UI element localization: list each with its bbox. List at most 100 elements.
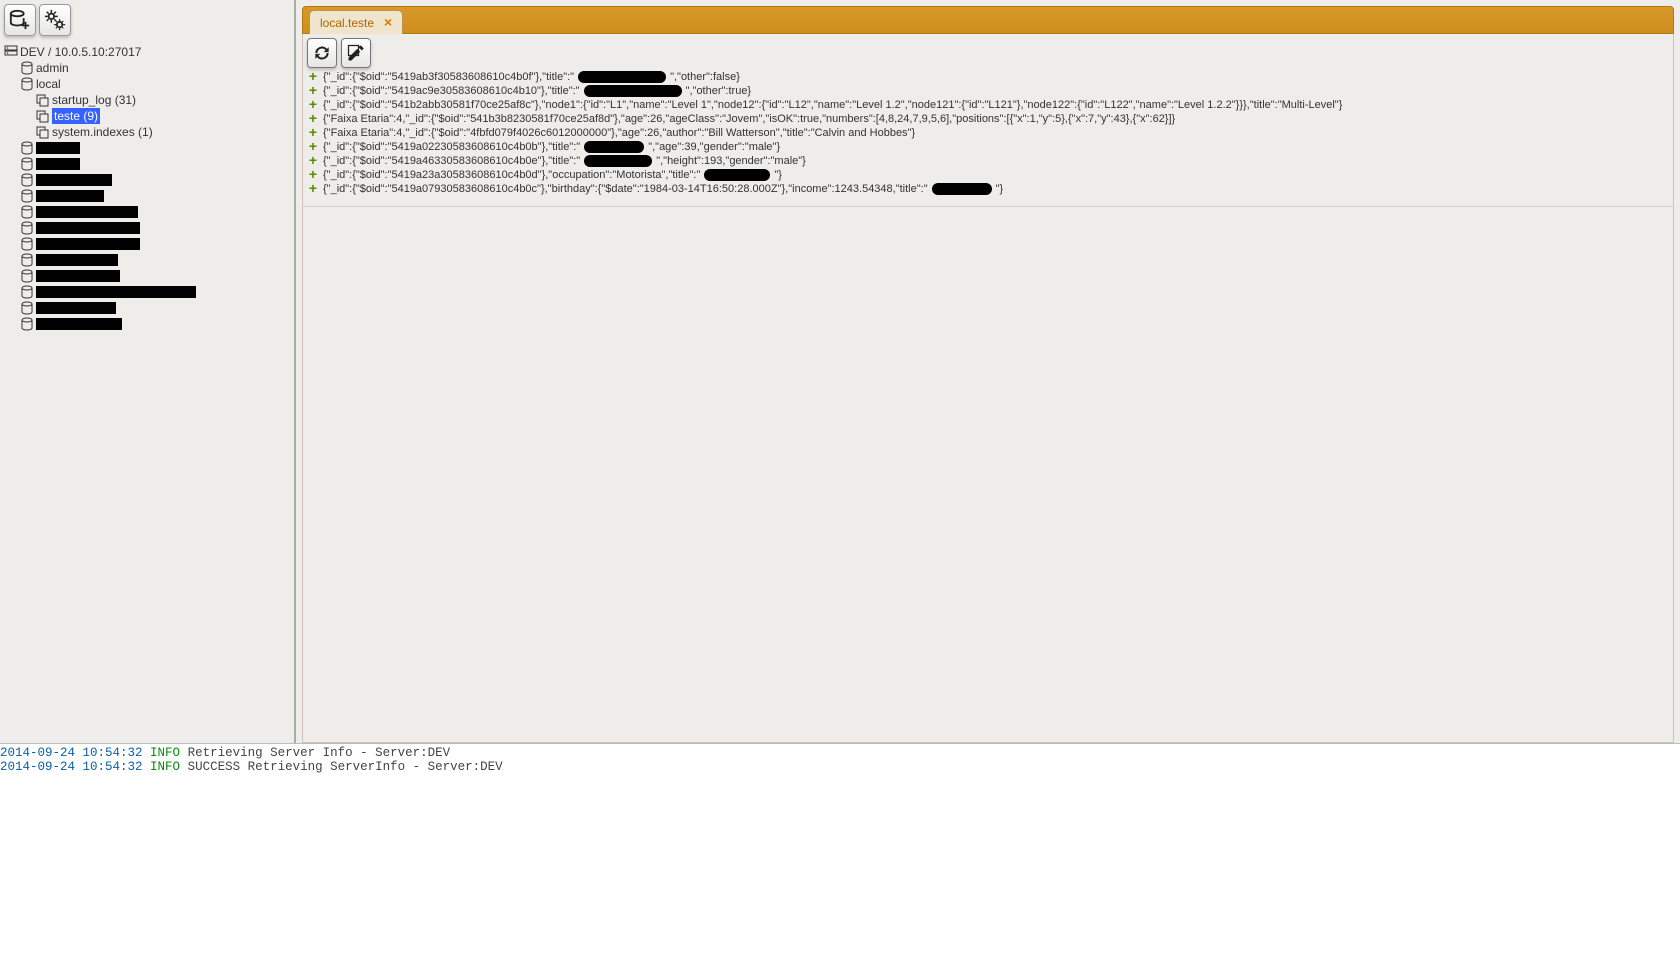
redacted-label <box>36 158 80 170</box>
log-timestamp: 2014-09-24 10:54:32 <box>0 746 143 760</box>
log-level: INFO <box>150 746 180 760</box>
collection-icon <box>36 93 50 107</box>
tree-collection-node[interactable]: startup_log (31) <box>36 92 290 108</box>
tree-db-node-redacted[interactable] <box>20 268 290 284</box>
database-icon <box>20 205 34 219</box>
document-json-post: ","height":193,"gender":"male"} <box>656 155 806 167</box>
tree-collection-node[interactable]: teste (9) <box>36 108 290 124</box>
document-json-pre: {"_id":{"$oid":"5419ac9e30583608610c4b10… <box>323 85 580 97</box>
gears-icon <box>44 9 66 31</box>
tree-db-node-redacted[interactable] <box>20 188 290 204</box>
document-row[interactable]: + {"_id":{"$oid":"5419a46330583608610c4b0… <box>307 154 1669 168</box>
refresh-button[interactable] <box>307 38 337 68</box>
connection-tree[interactable]: DEV / 10.0.5.10:27017 admin <box>0 42 294 340</box>
document-row[interactable]: +{"_id":{"$oid":"5419a07930583608610c4b0… <box>307 182 1669 196</box>
redacted-label <box>36 174 112 186</box>
redacted-title <box>584 85 682 97</box>
collection-icon <box>36 109 50 123</box>
database-icon <box>20 77 34 91</box>
document-row[interactable]: + {"_id":{"$oid":"541b2abb30581f70ce25af8… <box>307 98 1669 112</box>
database-icon <box>20 301 34 315</box>
log-line: 2014-09-24 10:54:32 INFO SUCCESS Retriev… <box>0 760 1680 774</box>
database-icon <box>20 285 34 299</box>
document-json-post: ","age":39,"gender":"male"} <box>648 141 780 153</box>
database-icon <box>20 221 34 235</box>
document-json-pre: {"_id":{"$oid":"5419a46330583608610c4b0e… <box>323 155 580 167</box>
database-icon <box>20 173 34 187</box>
document-json-pre: {"_id":{"$oid":"5419a02230583608610c4b0b… <box>323 141 580 153</box>
expand-icon[interactable]: + <box>307 85 319 96</box>
redacted-label <box>36 142 80 154</box>
document-row[interactable]: + {"_id":{"$oid":"5419a23a30583608610c4b0… <box>307 168 1669 182</box>
tree-db-node-redacted[interactable] <box>20 316 290 332</box>
expand-icon[interactable]: + <box>307 99 319 110</box>
redacted-label <box>36 206 138 218</box>
tree-db-node-redacted[interactable] <box>20 284 290 300</box>
redacted-label <box>36 238 140 250</box>
tab-collection[interactable]: local.teste × <box>309 10 403 34</box>
document-row[interactable]: + {"_id":{"$oid":"5419ab3f30583608610c4b0… <box>307 70 1669 84</box>
redacted-label <box>36 270 120 282</box>
expand-icon[interactable]: + <box>307 155 319 166</box>
sidebar: DEV / 10.0.5.10:27017 admin <box>0 0 296 743</box>
tree-db-node-redacted[interactable] <box>20 236 290 252</box>
log-level: INFO <box>150 760 180 774</box>
sidebar-toolbar <box>0 0 294 42</box>
tree-db-node-redacted[interactable] <box>20 156 290 172</box>
redacted-title <box>932 183 992 195</box>
redacted-title <box>578 71 666 83</box>
tree-db-node[interactable]: local <box>20 76 290 92</box>
expand-icon[interactable]: + <box>307 127 319 138</box>
document-json-pre: {"_id":{"$oid":"5419a23a30583608610c4b0d… <box>323 169 700 181</box>
log-message: Retrieving Server Info - Server:DEV <box>188 746 451 760</box>
edit-button[interactable] <box>341 38 371 68</box>
document-row[interactable]: + {"Faixa Etaria":4,"_id":{"$oid":"541b3b… <box>307 112 1669 126</box>
redacted-title <box>704 169 770 181</box>
tree-db-node-redacted[interactable] <box>20 300 290 316</box>
tree-server-node[interactable]: DEV / 10.0.5.10:27017 <box>4 44 290 60</box>
log-message: SUCCESS Retrieving ServerInfo - Server:D… <box>188 760 503 774</box>
tree-db-node-redacted[interactable] <box>20 204 290 220</box>
tree-collection-label: system.indexes (1) <box>52 124 153 140</box>
document-toolbar <box>303 34 1673 70</box>
redacted-label <box>36 302 116 314</box>
database-icon <box>20 61 34 75</box>
document-json-post: ","other":true} <box>686 85 752 97</box>
collection-icon <box>36 125 50 139</box>
document-json-pre: {"Faixa Etaria":4,"_id":{"$oid":"541b3b8… <box>323 113 1175 125</box>
database-icon <box>20 189 34 203</box>
document-json-pre: {"_id":{"$oid":"5419ab3f30583608610c4b0f… <box>323 71 574 83</box>
tree-db-node[interactable]: admin <box>20 60 290 76</box>
redacted-title <box>584 155 652 167</box>
add-connection-button[interactable] <box>4 4 36 36</box>
document-row[interactable]: +{"Faixa Etaria":4,"_id":{"$oid":"4fbfd0… <box>307 126 1669 140</box>
main-panel: local.teste × + {"_id":{"$oid":"5419ab3f3… <box>296 0 1680 743</box>
log-panel[interactable]: 2014-09-24 10:54:32 INFO Retrieving Serv… <box>0 743 1680 953</box>
tree-db-node-redacted[interactable] <box>20 220 290 236</box>
expand-icon[interactable]: + <box>307 183 319 194</box>
expand-icon[interactable]: + <box>307 71 319 82</box>
tree-db-node-redacted[interactable] <box>20 172 290 188</box>
tree-collection-label: teste (9) <box>52 108 100 124</box>
expand-icon[interactable]: + <box>307 113 319 124</box>
document-row[interactable]: + {"_id":{"$oid":"5419ac9e30583608610c4b1… <box>307 84 1669 98</box>
expand-icon[interactable]: + <box>307 169 319 180</box>
document-panel: + {"_id":{"$oid":"5419ab3f30583608610c4b0… <box>302 34 1674 743</box>
document-list: + {"_id":{"$oid":"5419ab3f30583608610c4b0… <box>303 70 1673 206</box>
tree-collection-node[interactable]: system.indexes (1) <box>36 124 290 140</box>
tab-close-button[interactable]: × <box>384 14 392 30</box>
document-row[interactable]: + {"_id":{"$oid":"5419a02230583608610c4b0… <box>307 140 1669 154</box>
log-line: 2014-09-24 10:54:32 INFO Retrieving Serv… <box>0 746 1680 760</box>
database-icon <box>20 253 34 267</box>
server-icon <box>4 45 18 59</box>
expand-icon[interactable]: + <box>307 141 319 152</box>
document-json-post: "} <box>774 169 782 181</box>
tree-db-node-redacted[interactable] <box>20 252 290 268</box>
redacted-label <box>36 286 196 298</box>
redacted-title <box>584 141 644 153</box>
settings-button[interactable] <box>39 4 71 36</box>
document-json-pre: {"_id":{"$oid":"541b2abb30581f70ce25af8c… <box>323 99 1342 111</box>
refresh-icon <box>312 43 332 63</box>
tab-bar: local.teste × <box>302 6 1674 34</box>
tree-db-node-redacted[interactable] <box>20 140 290 156</box>
